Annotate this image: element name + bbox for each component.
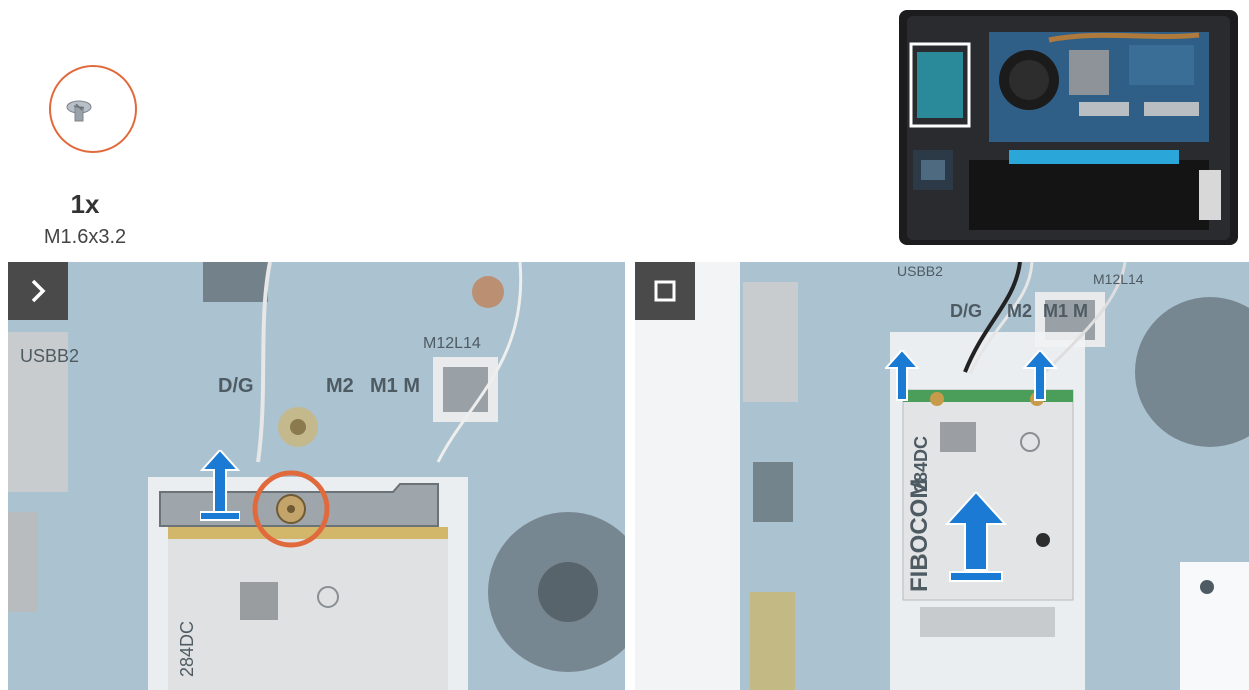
screw-size: M1.6x3.2	[43, 226, 127, 248]
lift-arrow-right-icon	[1023, 350, 1057, 401]
laptop-overview-image	[899, 10, 1238, 245]
label-m12-right: M12L14	[1093, 271, 1144, 287]
card-brand: FIBOCOM	[906, 479, 933, 592]
label-m2: M2	[326, 375, 354, 397]
board-photo-left: USBB2 D/G M2 M1 M M12L14 284DC	[8, 262, 625, 690]
stop-square-icon	[654, 280, 676, 302]
screw-icon	[66, 100, 92, 122]
label-dg: D/G	[218, 375, 254, 397]
label-m2-right: M2	[1007, 301, 1032, 321]
lift-arrow-icon	[200, 450, 240, 521]
label-m1m: M1 M	[370, 375, 420, 397]
label-usbb2-right: USBB2	[897, 263, 943, 279]
chevron-right-icon	[31, 279, 46, 303]
card-model-left: 284DC	[177, 621, 197, 677]
board-photo-right: USBB2 D/G M2 M1 M M12L14 284DC FIBOCOM	[635, 262, 1249, 690]
label-usbb2: USBB2	[20, 346, 79, 366]
screw-count: 1x	[70, 189, 100, 219]
step-panel-remove-bracket: USBB2 D/G M2 M1 M M12L14 284DC	[8, 262, 625, 690]
label-dg-right: D/G	[950, 301, 982, 321]
step-panel-remove-card: USBB2 D/G M2 M1 M M12L14 284DC FIBOCOM	[635, 262, 1249, 690]
step-end-badge	[635, 262, 695, 320]
step-next-badge	[8, 262, 68, 320]
label-m12l14: M12L14	[423, 335, 481, 352]
label-m1m-right: M1 M	[1043, 301, 1088, 321]
lift-arrow-left-icon	[885, 350, 919, 401]
slide-out-arrow-icon	[945, 492, 1007, 582]
